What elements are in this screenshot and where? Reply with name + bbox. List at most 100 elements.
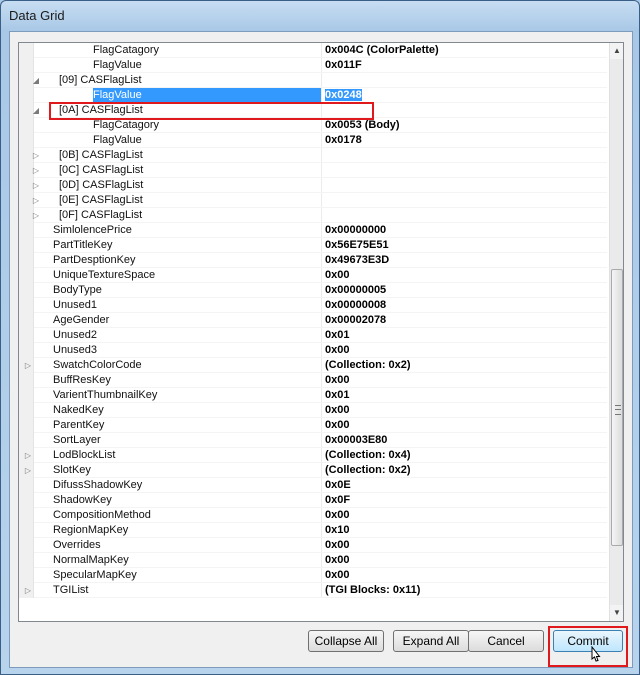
property-row[interactable]: ▷ [0D] CASFlagList [19, 178, 607, 193]
property-value[interactable]: 0x011F [325, 58, 362, 73]
collapse-all-button[interactable]: Collapse All [308, 630, 384, 652]
property-value[interactable]: 0x56E75E51 [325, 238, 389, 253]
expand-triangle-icon[interactable]: ▷ [31, 208, 41, 223]
expand-triangle-icon[interactable]: ▷ [23, 358, 33, 373]
property-row[interactable]: CompositionMethod 0x00 [19, 508, 607, 523]
property-value[interactable]: 0x0053 (Body) [325, 118, 400, 133]
property-value[interactable]: 0x00 [325, 553, 349, 568]
property-value[interactable]: 0x00002078 [325, 313, 386, 328]
property-value[interactable]: (Collection: 0x2) [325, 358, 411, 373]
window-title: Data Grid [9, 8, 65, 23]
property-value[interactable]: 0x00 [325, 568, 349, 583]
scroll-up-arrow-icon[interactable]: ▲ [610, 43, 623, 59]
expand-triangle-icon[interactable]: ▷ [23, 583, 33, 598]
expand-triangle-icon[interactable]: ▷ [31, 148, 41, 163]
property-value[interactable]: (Collection: 0x4) [325, 448, 411, 463]
property-name: Overrides [53, 539, 101, 551]
property-row[interactable]: AgeGender 0x00002078 [19, 313, 607, 328]
property-row[interactable]: FlagCatagory 0x0053 (Body) [19, 118, 607, 133]
property-value[interactable]: 0x49673E3D [325, 253, 389, 268]
property-row[interactable]: BodyType 0x00000005 [19, 283, 607, 298]
expand-triangle-icon[interactable]: ▷ [23, 463, 33, 478]
property-row[interactable]: RegionMapKey 0x10 [19, 523, 607, 538]
property-row[interactable]: FlagValue 0x011F [19, 58, 607, 73]
property-value[interactable]: 0x00000005 [325, 283, 386, 298]
property-row[interactable]: SpecularMapKey 0x00 [19, 568, 607, 583]
property-row[interactable]: ▷ SlotKey (Collection: 0x2) [19, 463, 607, 478]
property-row[interactable]: ParentKey 0x00 [19, 418, 607, 433]
property-row[interactable]: PartTitleKey 0x56E75E51 [19, 238, 607, 253]
property-row[interactable]: BuffResKey 0x00 [19, 373, 607, 388]
property-row[interactable]: PartDesptionKey 0x49673E3D [19, 253, 607, 268]
expand-all-button[interactable]: Expand All [393, 630, 469, 652]
property-row[interactable]: VarientThumbnailKey 0x01 [19, 388, 607, 403]
property-value[interactable]: 0x00 [325, 373, 349, 388]
property-value[interactable]: 0x10 [325, 523, 349, 538]
column-divider [321, 268, 322, 283]
property-row[interactable]: ▷ [0F] CASFlagList [19, 208, 607, 223]
property-row[interactable]: Overrides 0x00 [19, 538, 607, 553]
property-row[interactable]: ▷ LodBlockList (Collection: 0x4) [19, 448, 607, 463]
property-name: TGIList [53, 584, 89, 596]
property-value[interactable]: 0x01 [325, 328, 349, 343]
collapse-triangle-icon[interactable]: ◢ [31, 103, 41, 118]
property-value[interactable]: 0x00003E80 [325, 433, 387, 448]
expand-triangle-icon[interactable]: ▷ [31, 163, 41, 178]
property-value[interactable]: 0x00 [325, 403, 349, 418]
property-row[interactable]: NormalMapKey 0x00 [19, 553, 607, 568]
row-gutter [19, 553, 34, 568]
property-row[interactable]: DifussShadowKey 0x0E [19, 478, 607, 493]
expand-triangle-icon[interactable]: ▷ [23, 448, 33, 463]
property-row[interactable]: ▷ [0E] CASFlagList [19, 193, 607, 208]
property-value[interactable]: (Collection: 0x2) [325, 463, 411, 478]
property-value[interactable]: 0x00 [325, 343, 349, 358]
property-row[interactable]: ▷ TGIList (TGI Blocks: 0x11) [19, 583, 607, 598]
property-row[interactable]: Unused3 0x00 [19, 343, 607, 358]
property-value[interactable]: 0x00 [325, 538, 349, 553]
column-divider [321, 463, 322, 478]
expand-triangle-icon[interactable]: ▷ [31, 178, 41, 193]
property-row[interactable]: FlagValue 0x0178 [19, 133, 607, 148]
property-value[interactable]: 0x004C (ColorPalette) [325, 43, 439, 58]
property-row[interactable]: ▷ [0C] CASFlagList [19, 163, 607, 178]
property-row[interactable]: ▷ [0B] CASFlagList [19, 148, 607, 163]
property-value[interactable]: 0x00000008 [325, 298, 386, 313]
property-row[interactable]: Unused2 0x01 [19, 328, 607, 343]
property-value[interactable]: (TGI Blocks: 0x11) [325, 583, 420, 598]
property-value[interactable]: 0x0F [325, 493, 350, 508]
property-rows: FlagCatagory 0x004C (ColorPalette) FlagVal… [19, 43, 607, 598]
column-divider [321, 238, 322, 253]
property-name: LodBlockList [53, 449, 116, 461]
property-row[interactable]: SortLayer 0x00003E80 [19, 433, 607, 448]
property-row[interactable]: ShadowKey 0x0F [19, 493, 607, 508]
property-value[interactable]: 0x0248 [325, 88, 362, 103]
vertical-scrollbar[interactable]: ▲ ▼ [609, 43, 623, 621]
property-row[interactable]: Unused1 0x00000008 [19, 298, 607, 313]
property-value[interactable]: 0x00 [325, 418, 349, 433]
property-value[interactable]: 0x00 [325, 268, 349, 283]
property-value[interactable]: 0x0E [325, 478, 351, 493]
property-row[interactable]: ▷ SwatchColorCode (Collection: 0x2) [19, 358, 607, 373]
expand-triangle-icon[interactable]: ▷ [31, 193, 41, 208]
collapse-triangle-icon[interactable]: ◢ [31, 73, 41, 88]
property-row[interactable]: SimlolencePrice 0x00000000 [19, 223, 607, 238]
property-value[interactable]: 0x00 [325, 508, 349, 523]
property-name: [0D] CASFlagList [59, 179, 144, 191]
title-bar[interactable]: Data Grid [1, 1, 639, 31]
property-row[interactable]: ◢ [09] CASFlagList [19, 73, 607, 88]
row-gutter [19, 298, 34, 313]
property-value[interactable]: 0x01 [325, 388, 349, 403]
column-divider [321, 223, 322, 238]
property-row[interactable]: FlagCatagory 0x004C (ColorPalette) [19, 43, 607, 58]
scroll-down-arrow-icon[interactable]: ▼ [610, 605, 623, 621]
property-row[interactable]: FlagValue 0x0248 [19, 88, 607, 103]
property-name: DifussShadowKey [53, 479, 143, 491]
property-value[interactable]: 0x00000000 [325, 223, 386, 238]
property-value[interactable]: 0x0178 [325, 133, 362, 148]
property-row[interactable]: UniqueTextureSpace 0x00 [19, 268, 607, 283]
column-divider [321, 208, 322, 223]
scrollbar-thumb[interactable] [611, 268, 623, 546]
cancel-button[interactable]: Cancel [468, 630, 544, 652]
property-row[interactable]: NakedKey 0x00 [19, 403, 607, 418]
property-name: [09] CASFlagList [59, 74, 142, 86]
